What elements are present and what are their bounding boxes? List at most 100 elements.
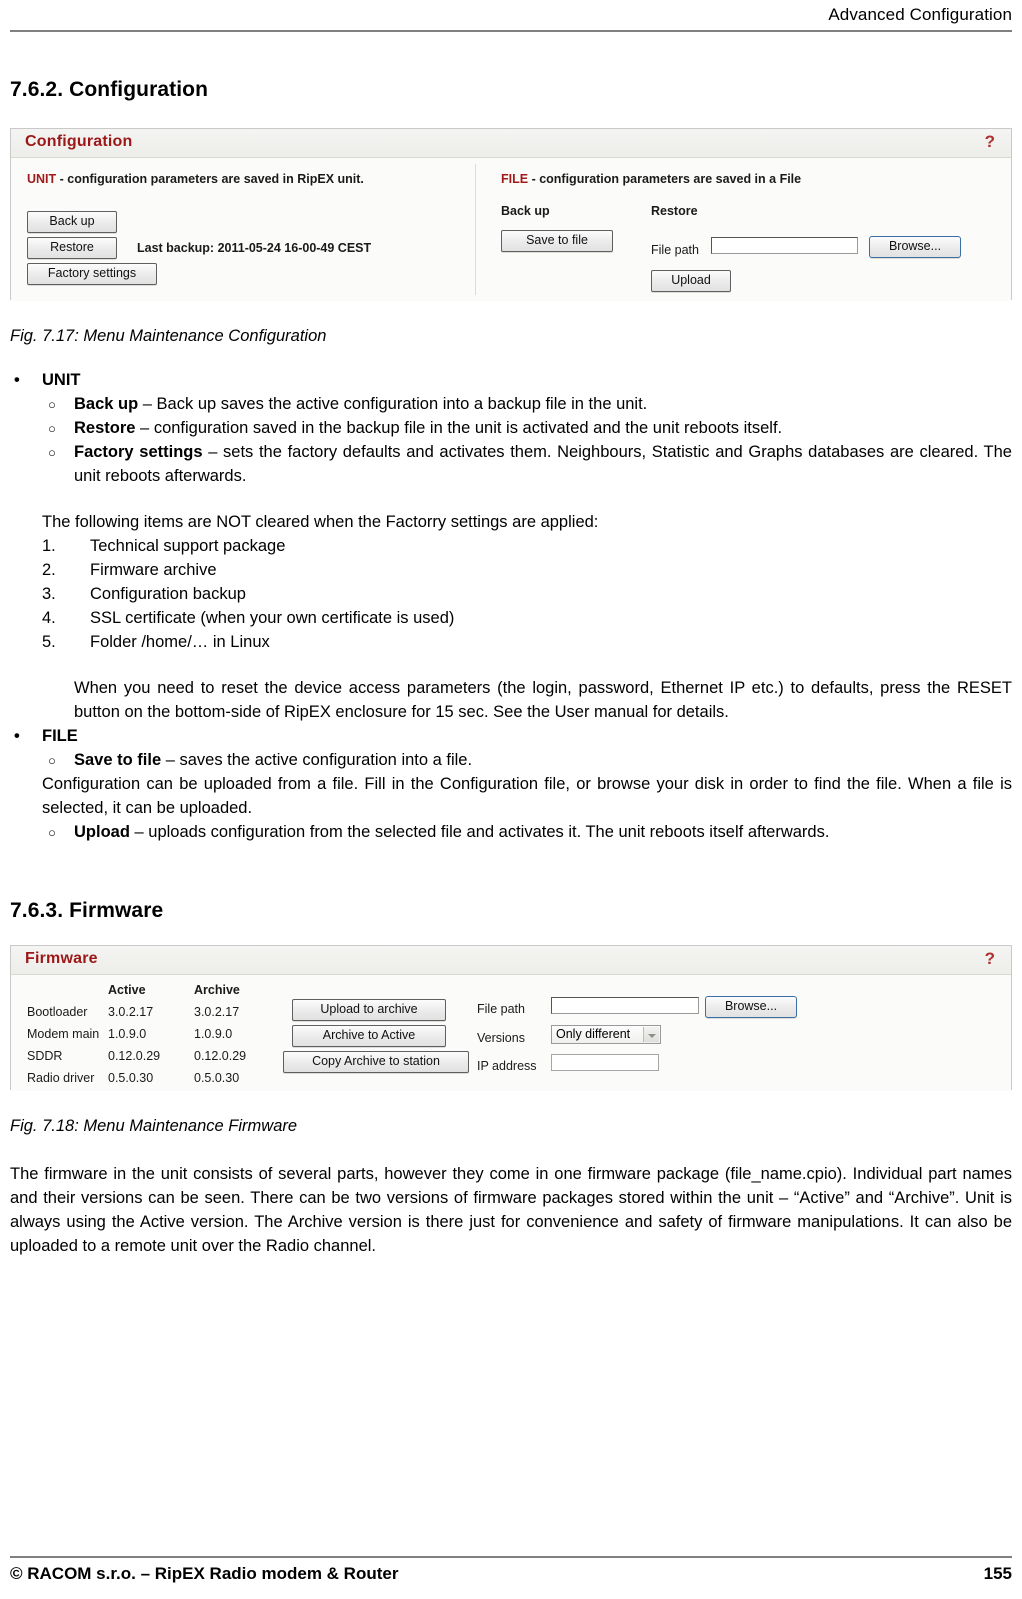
unit-list-label: UNIT <box>42 371 81 389</box>
restore-term: Restore <box>74 419 136 437</box>
unit-description-line: UNIT - configuration parameters are save… <box>27 172 364 187</box>
table-row-name: Bootloader <box>27 1005 88 1019</box>
copy-archive-to-station-button[interactable]: Copy Archive to station <box>283 1051 469 1073</box>
table-row-name: SDDR <box>27 1049 63 1063</box>
firmware-panel-body: Active Archive Bootloader 3.0.2.17 3.0.2… <box>11 975 1011 1091</box>
configuration-screenshot: Configuration ? UNIT - configuration par… <box>10 128 1012 301</box>
list-item-back-up: ○ Back up – Back up saves the active con… <box>42 392 1012 416</box>
unit-description-text: - configuration parameters are saved in … <box>56 172 364 186</box>
circle-bullet-icon: ○ <box>48 445 56 460</box>
list-item-technical-support-package: 1. Technical support package <box>42 534 1012 558</box>
config-file-path-label: File path <box>651 243 699 257</box>
save-to-file-text: saves the active configuration into a fi… <box>179 751 473 769</box>
restore-text: configuration saved in the backup file i… <box>153 419 783 437</box>
section-heading-configuration: 7.6.2. Configuration <box>10 78 209 101</box>
firmware-browse-button[interactable]: Browse... <box>705 996 797 1018</box>
circle-bullet-icon: ○ <box>48 397 56 412</box>
last-backup-text: Last backup: 2011-05-24 16-00-49 CEST <box>137 241 372 255</box>
upload-dash: – <box>129 823 149 841</box>
not-cleared-list: 1. Technical support package 2. Firmware… <box>42 534 1012 654</box>
running-header: Advanced Configuration <box>10 0 1012 26</box>
footer-page-number: 155 <box>983 1564 1012 1583</box>
list-item-unit: • UNIT ○ Back up – Back up saves the act… <box>10 368 1012 488</box>
file-description-text: - configuration parameters are saved in … <box>528 172 802 186</box>
table-row-archive: 1.0.9.0 <box>194 1027 233 1041</box>
file-sub-list: ○ Save to file – saves the active config… <box>42 748 1012 844</box>
firmware-browse-button-label: Browse... <box>705 996 797 1018</box>
item-number: 4. <box>42 609 56 627</box>
list-item-factory-settings: ○ Factory settings – sets the factory de… <box>42 440 1012 488</box>
item-number: 2. <box>42 561 56 579</box>
item-text: Firmware archive <box>90 561 217 579</box>
factory-settings-term: Factory settings <box>74 443 203 461</box>
reset-note-paragraph: When you need to reset the device access… <box>74 679 1012 721</box>
file-description-line: FILE - configuration parameters are save… <box>501 172 801 187</box>
config-file-path-input[interactable] <box>711 237 858 254</box>
file-description-list: • FILE ○ Save to file – saves the active… <box>10 724 1012 844</box>
firmware-versions-selected-value: Only different <box>556 1027 631 1041</box>
restore-button-label: Restore <box>27 237 117 259</box>
firmware-file-path-input[interactable] <box>551 997 699 1014</box>
item-text: Technical support package <box>90 537 286 555</box>
configuration-panel-titlebar: Configuration ? <box>11 129 1011 158</box>
backup-button[interactable]: Back up <box>27 211 117 233</box>
table-row-name: Modem main <box>27 1027 100 1041</box>
table-row-archive: 3.0.2.17 <box>194 1005 240 1019</box>
unit-sub-list: ○ Back up – Back up saves the active con… <box>42 392 1012 488</box>
item-number: 1. <box>42 537 56 555</box>
help-icon[interactable]: ? <box>985 132 995 152</box>
item-text: SSL certificate (when your own certifica… <box>90 609 455 627</box>
firmware-column-archive: Archive <box>194 983 240 997</box>
document-page: Advanced Configuration 7.6.2. Configurat… <box>0 0 1022 1599</box>
save-to-file-button[interactable]: Save to file <box>501 230 613 252</box>
list-item-save-to-file: ○ Save to file – saves the active config… <box>42 748 1012 820</box>
section-heading-firmware: 7.6.3. Firmware <box>10 899 164 922</box>
chevron-down-icon[interactable] <box>643 1027 659 1042</box>
list-item-firmware-archive: 2. Firmware archive <box>42 558 1012 582</box>
firmware-screenshot: Firmware ? Active Archive Bootloader 3.0… <box>10 945 1012 1091</box>
save-to-file-dash: – <box>161 751 180 769</box>
firmware-description-paragraph: The firmware in the unit consists of sev… <box>10 1165 1012 1255</box>
factory-settings-button[interactable]: Factory settings <box>27 263 157 285</box>
firmware-panel-titlebar: Firmware ? <box>11 946 1011 975</box>
table-row-name: Radio driver <box>27 1071 95 1085</box>
figure-caption-7-18: Fig. 7.18: Menu Maintenance Firmware <box>10 1117 298 1135</box>
item-number: 5. <box>42 633 56 651</box>
page-footer: © RACOM s.r.o. – RipEX Radio modem & Rou… <box>10 1556 1012 1585</box>
config-browse-button[interactable]: Browse... <box>869 236 961 258</box>
file-key-label: FILE <box>501 172 529 186</box>
unit-key-label: UNIT <box>27 172 57 186</box>
footer-divider <box>10 1556 1012 1558</box>
help-icon[interactable]: ? <box>985 949 995 969</box>
not-cleared-intro: The following items are NOT cleared when… <box>42 513 599 531</box>
circle-bullet-icon: ○ <box>48 825 56 840</box>
list-item-configuration-backup: 3. Configuration backup <box>42 582 1012 606</box>
save-to-file-button-label: Save to file <box>501 230 613 252</box>
file-backup-label: Back up <box>501 204 550 218</box>
item-number: 3. <box>42 585 56 603</box>
list-item-upload: ○ Upload – uploads configuration from th… <box>42 820 1012 844</box>
firmware-versions-select[interactable]: Only different <box>551 1025 661 1044</box>
upload-to-archive-button[interactable]: Upload to archive <box>292 999 446 1021</box>
configuration-description-list: • UNIT ○ Back up – Back up saves the act… <box>10 368 1012 488</box>
restore-dash: – <box>135 419 154 437</box>
firmware-panel-title: Firmware <box>25 950 98 967</box>
firmware-ip-address-input[interactable] <box>551 1054 659 1071</box>
list-item-restore: ○ Restore – configuration saved in the b… <box>42 416 1012 440</box>
configuration-panel-body: UNIT - configuration parameters are save… <box>11 158 1011 301</box>
save-to-file-term: Save to file <box>74 751 162 769</box>
save-to-file-continuation: Configuration can be uploaded from a fil… <box>42 775 1012 817</box>
configuration-panel-title: Configuration <box>25 133 133 150</box>
archive-to-active-button[interactable]: Archive to Active <box>292 1025 446 1047</box>
config-upload-button[interactable]: Upload <box>651 270 731 292</box>
upload-text: uploads configuration from the selected … <box>148 823 830 841</box>
bullet-icon: • <box>14 371 20 389</box>
list-item-ssl-certificate: 4. SSL certificate (when your own certif… <box>42 606 1012 630</box>
footer-copyright: © RACOM s.r.o. – RipEX Radio modem & Rou… <box>10 1564 399 1583</box>
back-up-text: Back up saves the active configuration i… <box>156 395 648 413</box>
firmware-ip-address-label: IP address <box>477 1059 537 1073</box>
running-head-text: Advanced Configuration <box>828 5 1012 24</box>
archive-to-active-button-label: Archive to Active <box>292 1025 446 1047</box>
restore-button[interactable]: Restore <box>27 237 117 259</box>
table-row-archive: 0.5.0.30 <box>194 1071 240 1085</box>
